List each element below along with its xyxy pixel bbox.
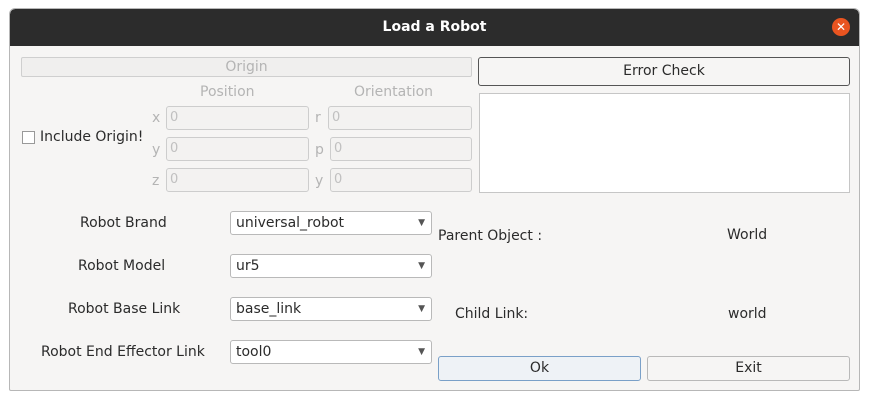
origin-header-label: Origin (225, 59, 268, 75)
position-y-field[interactable]: 0 (166, 137, 309, 161)
chevron-down-icon: ▼ (418, 304, 425, 314)
orientation-label: Orientation (354, 84, 434, 100)
robot-base-link-label: Robot Base Link (68, 301, 181, 317)
parent-object-label: Parent Object : (438, 228, 543, 244)
close-icon[interactable]: ✕ (832, 18, 850, 36)
orientation-r-field[interactable]: 0 (328, 106, 472, 130)
robot-model-label: Robot Model (78, 258, 166, 274)
robot-brand-label: Robot Brand (80, 215, 167, 231)
dialog-window: Load a Robot ✕ Origin Position Orientati… (9, 8, 860, 391)
title-bar: Load a Robot ✕ (10, 9, 859, 46)
robot-model-select[interactable]: ur5 ▼ (230, 254, 432, 278)
robot-end-effector-select[interactable]: tool0 ▼ (230, 340, 432, 364)
chevron-down-icon: ▼ (418, 347, 425, 357)
axis-label-r: r (315, 110, 321, 126)
parent-object-value: World (727, 227, 768, 243)
origin-header: Origin (21, 57, 472, 77)
position-x-field[interactable]: 0 (166, 106, 309, 130)
robot-end-effector-value: tool0 (236, 344, 272, 360)
include-origin-label: Include Origin! (40, 129, 144, 145)
error-check-button[interactable]: Error Check (478, 57, 850, 86)
axis-label-x: x (152, 110, 161, 126)
axis-label-yaw: y (315, 173, 324, 189)
axis-label-y: y (152, 142, 161, 158)
robot-model-value: ur5 (236, 258, 260, 274)
orientation-y-field[interactable]: 0 (330, 168, 472, 192)
robot-brand-value: universal_robot (236, 215, 345, 231)
robot-base-link-select[interactable]: base_link ▼ (230, 297, 432, 321)
position-z-field[interactable]: 0 (166, 168, 309, 192)
exit-button[interactable]: Exit (647, 356, 850, 381)
window-title: Load a Robot (382, 19, 487, 35)
ok-button[interactable]: Ok (438, 356, 641, 381)
chevron-down-icon: ▼ (418, 218, 425, 228)
position-label: Position (200, 84, 255, 100)
child-link-value: world (728, 306, 767, 322)
robot-end-effector-label: Robot End Effector Link (41, 344, 205, 360)
robot-brand-select[interactable]: universal_robot ▼ (230, 211, 432, 235)
axis-label-z: z (152, 173, 160, 189)
robot-base-link-value: base_link (236, 301, 302, 317)
error-output-box[interactable] (479, 93, 850, 193)
include-origin-checkbox[interactable] (22, 131, 35, 144)
orientation-p-field[interactable]: 0 (330, 137, 472, 161)
chevron-down-icon: ▼ (418, 261, 425, 271)
axis-label-p: p (315, 142, 324, 158)
child-link-label: Child Link: (455, 306, 529, 322)
